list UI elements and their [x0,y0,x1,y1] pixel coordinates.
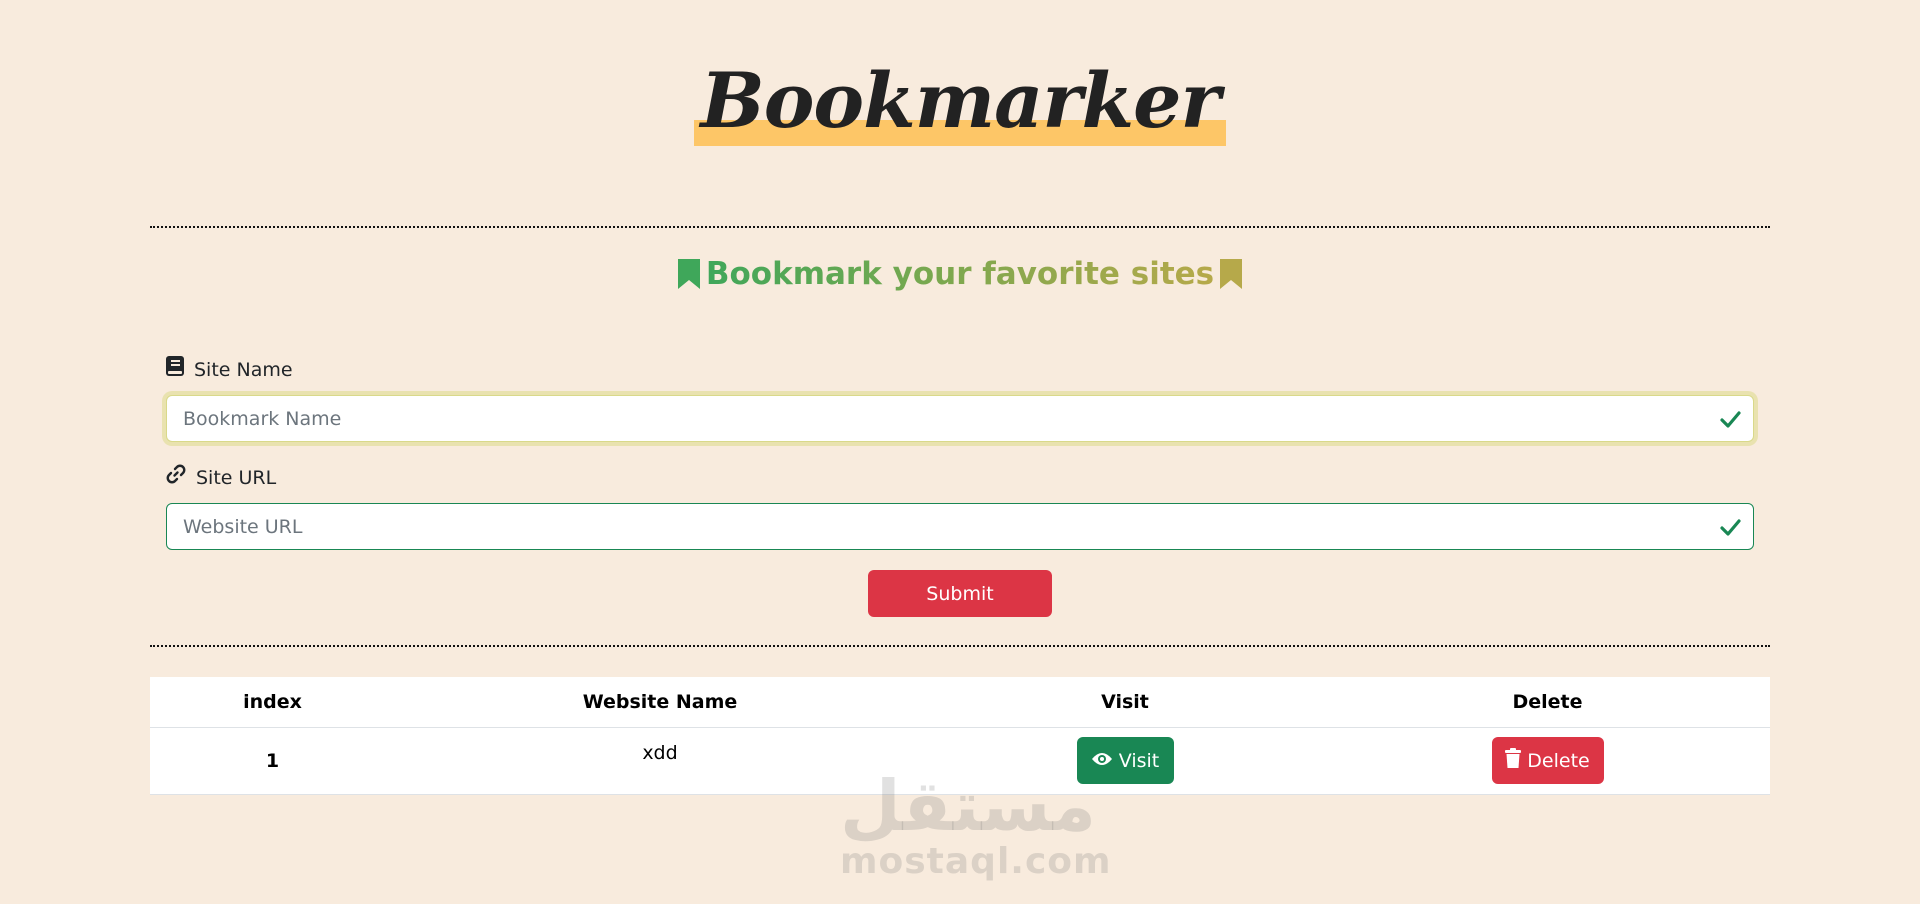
site-url-label-text: Site URL [196,466,277,489]
site-name-label-text: Site Name [194,358,293,381]
book-icon [166,356,194,383]
subtitle: Bookmark your favorite sites [0,252,1920,301]
delete-button-label: Delete [1527,749,1590,772]
watermark-arabic: مستقل [840,765,1097,847]
submit-button[interactable]: Submit [868,570,1052,617]
page: Bookmarker Bookmark your favorite sites … [0,0,1920,904]
watermark: مستقل mostaql.com [840,765,1112,882]
watermark-latin: mostaql.com [840,841,1112,882]
header: Bookmarker [0,56,1920,146]
bookmark-icon [1220,257,1243,301]
bookmark-icon [677,257,700,301]
site-url-field [166,503,1754,550]
link-icon [166,464,196,491]
trash-icon [1505,748,1527,773]
delete-button[interactable]: Delete [1491,737,1604,784]
column-header-visit: Visit [925,677,1325,728]
column-header-index: index [150,677,395,728]
site-url-label: Site URL [166,464,276,491]
app-title-text: Bookmarker [700,56,1220,145]
delete-cell: Delete [1325,727,1770,795]
row-index: 1 [150,727,395,795]
divider-top [150,226,1770,228]
site-url-input[interactable] [167,515,1667,538]
site-name-field [166,395,1754,442]
site-name-input[interactable] [167,407,1667,430]
column-header-website-name: Website Name [395,677,925,728]
visit-button-label: Visit [1118,749,1160,772]
divider-bottom [150,645,1770,647]
app-title: Bookmarker [694,56,1226,146]
check-icon [1719,516,1741,542]
subtitle-text: Bookmark your favorite sites [705,256,1215,292]
column-header-delete: Delete [1325,677,1770,728]
site-name-label: Site Name [166,356,293,383]
table-header-row: index Website Name Visit Delete [150,677,1770,728]
check-icon [1719,408,1741,434]
